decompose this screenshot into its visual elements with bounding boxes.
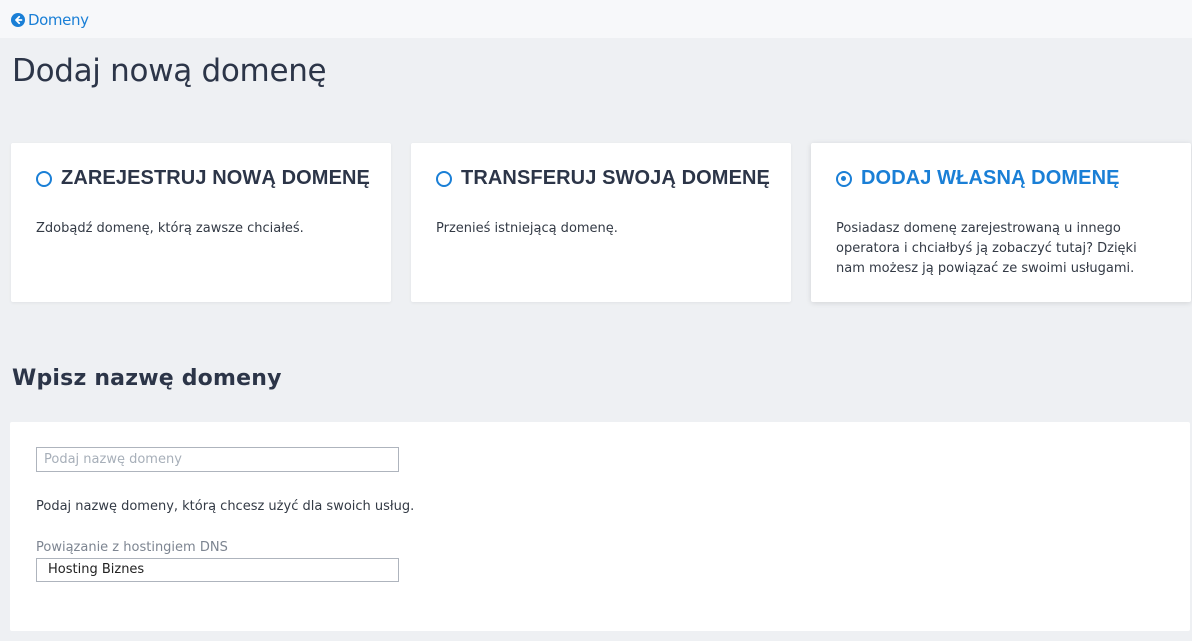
- arrow-circle-left-icon: [11, 13, 25, 27]
- back-link-label: Domeny: [28, 11, 89, 29]
- top-bar: Domeny: [0, 0, 1192, 38]
- radio-button-checked[interactable]: [836, 170, 852, 187]
- option-description: Przenieś istniejącą domenę.: [436, 221, 618, 236]
- back-to-domains-link[interactable]: Domeny: [11, 11, 89, 29]
- option-title: TRANSFERUJ SWOJĄ DOMENĘ: [461, 167, 770, 189]
- option-description: Posiadasz domenę zarejestrowaną u innego…: [836, 221, 1137, 276]
- domain-help-text: Podaj nazwę domeny, którą chcesz użyć dl…: [36, 499, 415, 514]
- option-title: ZAREJESTRUJ NOWĄ DOMENĘ: [61, 167, 370, 189]
- option-card-register[interactable]: ZAREJESTRUJ NOWĄ DOMENĘ Zdobądź domenę, …: [11, 143, 391, 302]
- radio-button[interactable]: [436, 170, 452, 187]
- option-title: DODAJ WŁASNĄ DOMENĘ: [861, 167, 1120, 189]
- domain-form-panel: Podaj nazwę domeny, którą chcesz użyć dl…: [10, 422, 1190, 631]
- option-card-add-own[interactable]: DODAJ WŁASNĄ DOMENĘ Posiadasz domenę zar…: [811, 143, 1191, 302]
- dns-hosting-select[interactable]: Hosting Biznes: [36, 558, 399, 582]
- section-title: Wpisz nazwę domeny: [12, 366, 282, 391]
- option-card-transfer[interactable]: TRANSFERUJ SWOJĄ DOMENĘ Przenieś istniej…: [411, 143, 791, 302]
- radio-button[interactable]: [36, 170, 52, 187]
- domain-name-input[interactable]: [36, 447, 399, 472]
- option-header: TRANSFERUJ SWOJĄ DOMENĘ: [436, 167, 770, 190]
- option-header: DODAJ WŁASNĄ DOMENĘ: [836, 167, 1120, 190]
- option-description: Zdobądź domenę, którą zawsze chciałeś.: [36, 221, 304, 236]
- option-header: ZAREJESTRUJ NOWĄ DOMENĘ: [36, 167, 370, 190]
- dns-binding-label: Powiązanie z hostingiem DNS: [36, 540, 228, 555]
- page-title: Dodaj nową domenę: [12, 53, 327, 89]
